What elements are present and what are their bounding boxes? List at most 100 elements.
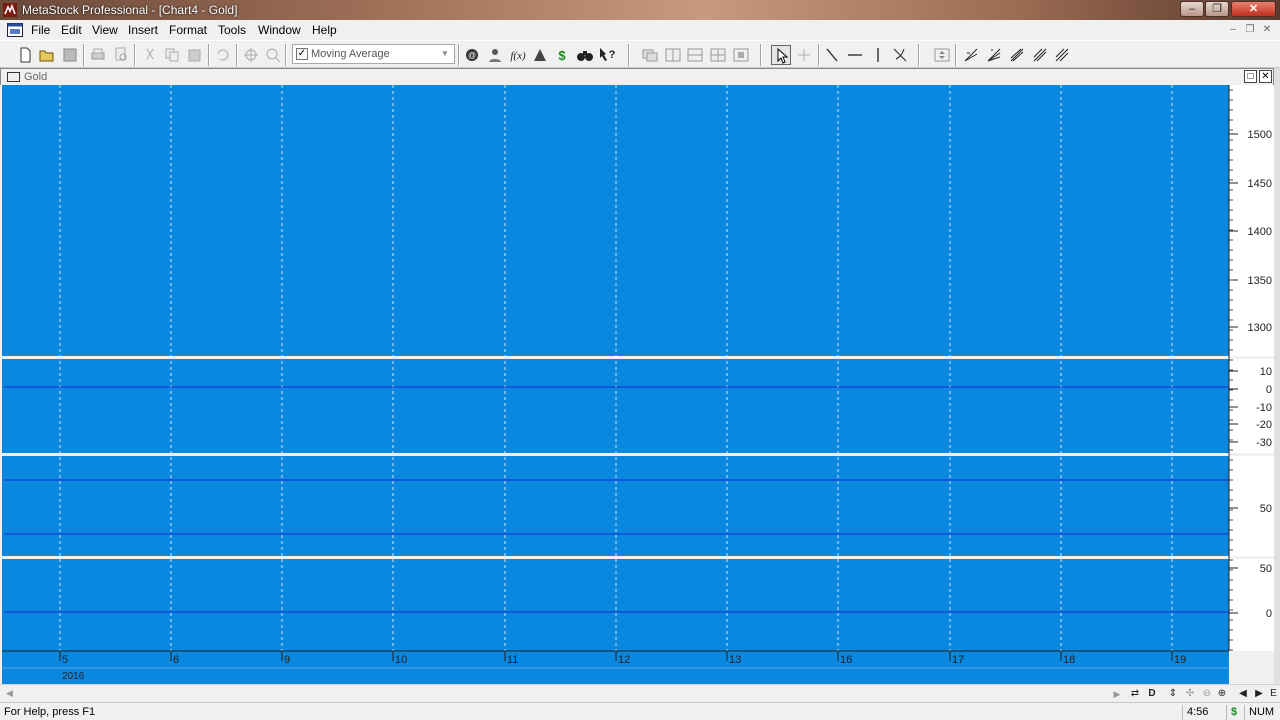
- tile-horizontal-icon[interactable]: [685, 45, 705, 65]
- dollar-icon[interactable]: $: [552, 45, 572, 65]
- y-axis-tick-label: -30: [1256, 437, 1272, 449]
- expert-advisor-icon[interactable]: [485, 45, 505, 65]
- menu-help[interactable]: Help: [312, 23, 337, 37]
- chart-plot-area[interactable]: 1500 1450 1400 1350 1300 10 0 -10 -20 -30 50 50 0 5 6…: [0, 85, 1274, 684]
- status-num-lock: NUM: [1244, 705, 1280, 720]
- indicator-checkbox-icon[interactable]: ✓: [296, 48, 308, 60]
- save-icon[interactable]: [60, 45, 80, 65]
- x-axis-tick-label: 5: [62, 654, 68, 666]
- chart-titlebar: Gold □ ✕: [1, 69, 1273, 86]
- y-axis-tick-label: 1300: [1248, 322, 1272, 334]
- context-help-icon[interactable]: ?: [597, 45, 617, 65]
- svg-text:$: $: [558, 48, 566, 63]
- y-axis-tick-label: 1400: [1248, 226, 1272, 238]
- menu-window[interactable]: Window: [258, 23, 301, 37]
- cascade-windows-icon[interactable]: [640, 45, 660, 65]
- move-icon[interactable]: ✣: [1183, 687, 1197, 701]
- next-icon[interactable]: ▶: [1252, 687, 1266, 701]
- indicator-dropdown-value: Moving Average: [311, 48, 390, 60]
- arrange-icons-icon[interactable]: [731, 45, 751, 65]
- copy-icon[interactable]: [162, 45, 182, 65]
- menu-view[interactable]: View: [92, 23, 118, 37]
- chart-window-icon[interactable]: [7, 72, 20, 82]
- chart-close-button[interactable]: ✕: [1259, 70, 1272, 83]
- svg-text:f(x): f(x): [510, 50, 526, 62]
- x-axis-tick-label: 12: [618, 654, 630, 666]
- gann-fan-icon[interactable]: [984, 45, 1004, 65]
- x-axis-tick-label: 19: [1174, 654, 1186, 666]
- status-dollar-icon: $: [1226, 705, 1244, 720]
- x-axis-tick-label: 9: [284, 654, 290, 666]
- cut-icon[interactable]: [140, 45, 160, 65]
- right-edge-bar: [1274, 68, 1280, 684]
- trendline-icon[interactable]: [822, 45, 842, 65]
- close-button[interactable]: ✕: [1231, 1, 1276, 17]
- mdi-restore-button[interactable]: ❐: [1243, 24, 1257, 37]
- andrews-pitchfork-icon[interactable]: [1007, 45, 1027, 65]
- status-bar: For Help, press F1 4:56 $ NUM: [0, 702, 1280, 720]
- indicator-builder-icon[interactable]: @: [462, 45, 482, 65]
- refresh-icon[interactable]: ⇄: [1128, 687, 1142, 701]
- indicator-dropdown[interactable]: ✓ Moving Average ▼: [292, 44, 455, 64]
- document-icon[interactable]: [7, 23, 23, 37]
- vertical-line-icon[interactable]: [868, 45, 888, 65]
- vertical-scale-icon[interactable]: ⇕: [1166, 687, 1180, 701]
- horizontal-line-icon[interactable]: [845, 45, 865, 65]
- y-axis-tick-label: 1350: [1248, 275, 1272, 287]
- print-preview-icon[interactable]: [111, 45, 131, 65]
- menu-edit[interactable]: Edit: [61, 23, 82, 37]
- zoom-icon[interactable]: [263, 45, 283, 65]
- end-icon[interactable]: E: [1267, 687, 1280, 701]
- y-axis-tick-label: 0: [1266, 608, 1272, 620]
- chart-scrollbar[interactable]: ◀ ▶ ⇄ D ⇕ ✣ ⊖ ⊕ ◀ ▶ E: [0, 684, 1280, 702]
- fibonacci-arcs-icon[interactable]: [890, 45, 910, 65]
- metastock-app-icon[interactable]: [3, 3, 17, 17]
- quadrant-lines-icon[interactable]: [1030, 45, 1050, 65]
- y-axis-tick-label: -20: [1256, 419, 1272, 431]
- speed-resistance-icon[interactable]: [961, 45, 981, 65]
- chart-maximize-button[interactable]: □: [1244, 70, 1257, 83]
- x-axis-tick-label: 16: [840, 654, 852, 666]
- mdi-close-button[interactable]: ✕: [1260, 24, 1274, 37]
- vertical-zoom-icon[interactable]: [932, 45, 952, 65]
- tile-vertical-icon[interactable]: [663, 45, 683, 65]
- dropdown-arrow-icon[interactable]: ▼: [438, 47, 452, 61]
- paste-icon[interactable]: [185, 45, 205, 65]
- menu-tools[interactable]: Tools: [218, 23, 246, 37]
- system-tester-icon[interactable]: [530, 45, 550, 65]
- new-icon[interactable]: [15, 45, 35, 65]
- chart-background: [2, 85, 1229, 684]
- scroll-right-icon[interactable]: ▶: [1110, 687, 1124, 701]
- minimize-button[interactable]: –: [1180, 1, 1204, 17]
- undo-icon[interactable]: [213, 45, 233, 65]
- crosshair-tool-icon[interactable]: [794, 45, 814, 65]
- scroll-left-icon[interactable]: ◀: [6, 688, 13, 699]
- menu-bar: File Edit View Insert Format Tools Windo…: [0, 20, 1280, 40]
- previous-icon[interactable]: ◀: [1236, 687, 1250, 701]
- maximize-button[interactable]: ❐: [1205, 1, 1229, 17]
- periodicity-icon[interactable]: D: [1145, 687, 1159, 701]
- status-time: 4:56: [1182, 705, 1224, 720]
- y-axis-tick-label: 50: [1260, 503, 1272, 515]
- zoom-in-icon[interactable]: ⊕: [1215, 687, 1229, 701]
- open-folder-icon[interactable]: [37, 45, 57, 65]
- function-icon[interactable]: f(x): [508, 45, 528, 65]
- y-axis-tick-label: 0: [1266, 384, 1272, 396]
- menu-file[interactable]: File: [31, 23, 50, 37]
- pointer-tool-icon[interactable]: [771, 45, 791, 65]
- tile-grid-icon[interactable]: [708, 45, 728, 65]
- explorer-binoculars-icon[interactable]: [575, 45, 595, 65]
- mdi-minimize-button[interactable]: –: [1226, 24, 1240, 37]
- print-icon[interactable]: [88, 45, 108, 65]
- menu-insert[interactable]: Insert: [128, 23, 158, 37]
- regression-channel-icon[interactable]: [1052, 45, 1072, 65]
- y-axis-tick-label: 1450: [1248, 178, 1272, 190]
- toolbar: @ f(x) $ ?: [0, 40, 1280, 68]
- crosshair-move-icon[interactable]: [241, 45, 261, 65]
- y-axis-tick-label: -10: [1256, 402, 1272, 414]
- x-axis-tick-label: 6: [173, 654, 179, 666]
- zoom-out-icon[interactable]: ⊖: [1200, 687, 1214, 701]
- menu-format[interactable]: Format: [169, 23, 207, 37]
- status-help-text: For Help, press F1: [4, 706, 96, 718]
- x-axis-tick-label: 10: [395, 654, 407, 666]
